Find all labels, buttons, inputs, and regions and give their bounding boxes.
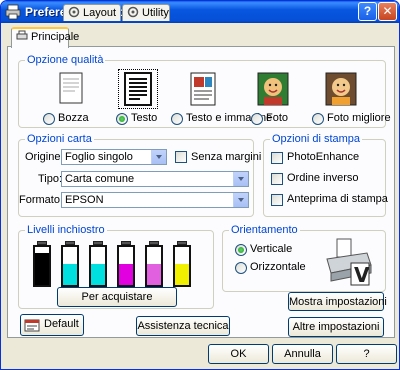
quality-radio-foto-migliore[interactable] — [312, 113, 324, 125]
paper-options-label: Opzioni carta — [25, 133, 94, 145]
chevron-down-icon — [151, 150, 166, 164]
main-panel: Opzione qualità Bozza Testo Testo e imma… — [7, 46, 395, 338]
quality-radio-foto[interactable] — [251, 113, 263, 125]
orientation-group: Orientamento Verticale Orizzontale V — [222, 224, 386, 292]
draft-page-icon — [59, 72, 83, 104]
quality-group: Opzione qualità Bozza Testo Testo e imma… — [18, 54, 391, 128]
ink-level-fill — [91, 264, 105, 285]
origin-select[interactable]: Foglio singolo — [61, 149, 167, 165]
photo-enhance-label: PhotoEnhance — [287, 151, 360, 163]
help-title-button[interactable]: ? — [358, 2, 377, 21]
reverse-order-checkbox[interactable] — [271, 173, 283, 185]
more-settings-button[interactable]: Altre impostazioni — [288, 317, 384, 337]
close-button[interactable]: ✕ — [378, 2, 397, 21]
ink-level-fill — [175, 264, 189, 285]
utility-icon — [127, 6, 139, 18]
ink-cartridge — [117, 241, 135, 287]
default-settings-icon — [24, 319, 40, 332]
preview-label: Anteprima di stampa — [287, 193, 388, 205]
best-photo-icon — [325, 72, 357, 106]
portrait-radio[interactable] — [235, 244, 247, 256]
portrait-label: Verticale — [250, 243, 293, 255]
tab-layout-label: Layout — [83, 7, 117, 19]
ink-level-fill — [147, 264, 161, 285]
quality-label-bozza: Bozza — [58, 112, 89, 124]
type-label: Tipo: — [38, 173, 63, 185]
type-select[interactable]: Carta comune — [61, 171, 249, 187]
quality-label-testo: Testo — [131, 112, 158, 124]
support-button[interactable]: Assistenza tecnica — [136, 316, 230, 336]
format-select[interactable]: EPSON — [61, 192, 249, 208]
cancel-button[interactable]: Annulla — [272, 344, 333, 364]
show-settings-button[interactable]: Mostra impostazioni — [288, 292, 387, 311]
default-button[interactable]: Default — [20, 314, 84, 336]
ink-cartridge — [33, 241, 51, 287]
quality-radio-bozza[interactable] — [43, 113, 55, 125]
ink-levels-group: Livelli inchiostro Per acquistare — [18, 224, 214, 309]
tab-utility-label: Utility — [142, 7, 169, 19]
ink-cartridge — [145, 241, 163, 287]
borderless-label: Senza margini — [191, 151, 262, 163]
photo-icon — [257, 72, 289, 106]
type-value: Carta comune — [65, 173, 135, 185]
tab-principale-label: Principale — [31, 31, 80, 43]
origin-label: Origine: — [25, 151, 64, 163]
layout-icon — [68, 6, 80, 18]
ink-cartridge — [173, 241, 191, 287]
chevron-down-icon — [233, 193, 248, 207]
paper-options-group: Opzioni carta Origine: Foglio singolo Se… — [18, 133, 261, 217]
format-value: EPSON — [65, 194, 104, 206]
orientation-label: Orientamento — [229, 224, 300, 236]
photo-enhance-checkbox[interactable] — [271, 152, 283, 164]
tab-layout[interactable]: Layout — [63, 4, 121, 21]
quality-label-foto: Foto — [266, 112, 289, 124]
ink-level-fill — [35, 253, 49, 285]
print-preferences-window: Preferenze stampa ? ✕ Layout Utility Pri… — [0, 0, 400, 370]
quality-group-label: Opzione qualità — [25, 54, 106, 66]
tab-principale[interactable]: Principale — [11, 27, 79, 48]
text-page-icon — [118, 69, 158, 109]
landscape-label: Orizzontale — [250, 261, 306, 273]
default-label: Default — [44, 318, 79, 330]
print-options-label: Opzioni di stampa — [270, 133, 363, 145]
ink-cartridge — [89, 241, 107, 287]
tab-utility[interactable]: Utility — [122, 4, 170, 21]
printer-icon — [5, 4, 21, 20]
buy-ink-button[interactable]: Per acquistare — [57, 287, 177, 307]
ink-level-fill — [63, 264, 77, 285]
quality-radio-testo[interactable] — [116, 113, 128, 125]
print-options-group: Opzioni di stampa PhotoEnhance Ordine in… — [263, 133, 388, 217]
quality-label-foto-migliore: Foto migliore — [327, 112, 391, 124]
preview-checkbox[interactable] — [271, 194, 283, 206]
quality-radio-testo-immagine[interactable] — [171, 113, 183, 125]
origin-value: Foglio singolo — [65, 151, 133, 163]
svg-text:V: V — [354, 263, 370, 287]
borderless-checkbox[interactable] — [175, 151, 187, 163]
landscape-radio[interactable] — [235, 262, 247, 274]
chevron-down-icon — [233, 172, 248, 186]
ok-button[interactable]: OK — [208, 344, 269, 364]
title-bar[interactable]: Preferenze stampa ? ✕ — [1, 1, 399, 23]
ink-level-fill — [119, 264, 133, 285]
ink-cartridge — [61, 241, 79, 287]
main-icon — [16, 30, 28, 40]
text-image-page-icon — [190, 72, 216, 106]
help-button[interactable]: ? — [336, 344, 397, 364]
close-icon: ✕ — [382, 4, 393, 18]
reverse-order-label: Ordine inverso — [287, 172, 359, 184]
ink-levels-label: Livelli inchiostro — [25, 224, 107, 236]
printer-orientation-icon: V — [326, 238, 372, 287]
format-label: Formato: — [19, 194, 64, 206]
